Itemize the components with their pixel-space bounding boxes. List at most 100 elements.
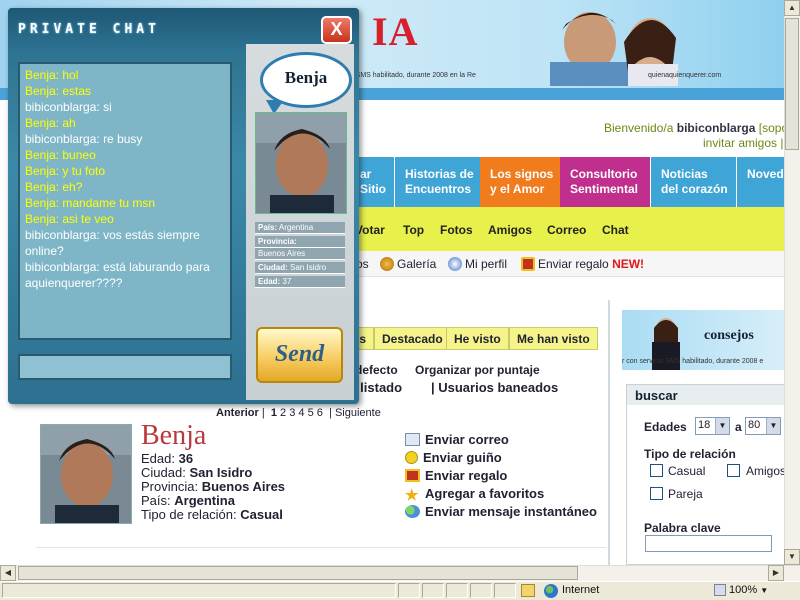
chat-partner-age-value: 37 xyxy=(282,277,292,286)
casual-label: Casual xyxy=(668,464,706,478)
tab-consultorio[interactable]: Consultorio Sentimental xyxy=(560,157,650,207)
welcome-text: Bienvenido/a bibiconblarga [soport xyxy=(604,121,784,135)
action-send-mail[interactable]: Enviar correo xyxy=(405,432,509,447)
keyword-input[interactable] xyxy=(645,535,772,552)
pager-page-3[interactable]: 3 xyxy=(289,407,295,419)
menu-chat[interactable]: Chat xyxy=(602,223,629,237)
profile-photo[interactable] xyxy=(40,424,132,524)
chat-message: bibiconblarga: vos estás siempre online? xyxy=(25,227,225,259)
scroll-right-arrow-icon[interactable]: ▶ xyxy=(768,565,784,581)
age-min-value: 18 xyxy=(698,419,711,431)
casual-checkbox[interactable] xyxy=(650,464,663,477)
tab-signos-label: Los signos y el Amor xyxy=(490,167,554,196)
chat-message-input[interactable] xyxy=(18,354,232,380)
pager-page-2[interactable]: 2 xyxy=(280,407,286,419)
menu-top[interactable]: Top xyxy=(403,223,424,237)
pager-page-4[interactable]: 4 xyxy=(298,407,304,419)
tab-noticias[interactable]: Noticias del corazón xyxy=(650,157,736,207)
chat-partner-age-label: Edad: xyxy=(258,277,281,286)
pareja-checkbox[interactable] xyxy=(650,487,663,500)
age-max-select[interactable]: 80 ▼ xyxy=(745,417,781,435)
message-author: bibiconblarga: xyxy=(25,100,100,114)
menu-correo[interactable]: Correo xyxy=(547,223,586,237)
zoom-icon[interactable] xyxy=(714,584,726,596)
welcome-prefix: Bienvenido/a xyxy=(604,121,674,135)
horizontal-scroll-thumb[interactable] xyxy=(18,566,578,580)
invite-friends-link[interactable]: invitar amigos | C xyxy=(703,136,784,150)
action-add-favorite[interactable]: ★ Agregar a favoritos xyxy=(405,486,544,503)
age-min-select[interactable]: 18 ▼ xyxy=(695,417,730,435)
chat-message: Benja: buneo xyxy=(25,147,225,163)
chat-partner-name: Benja xyxy=(284,68,328,87)
amigos-checkbox[interactable] xyxy=(727,464,740,477)
chat-partner-photo[interactable] xyxy=(255,112,347,214)
action-send-wink[interactable]: Enviar guiño xyxy=(405,450,502,465)
send-button[interactable]: Send xyxy=(256,327,343,383)
zoom-level[interactable]: 100% ▼ xyxy=(729,584,768,596)
view-tab-he-visto[interactable]: He visto xyxy=(446,327,509,350)
banned-users-link[interactable]: | Usuarios baneados xyxy=(431,380,558,395)
scroll-down-arrow-icon[interactable]: ▼ xyxy=(784,549,800,565)
scroll-up-arrow-icon[interactable]: ▲ xyxy=(784,0,800,16)
column-separator xyxy=(608,300,610,565)
pager-prev[interactable]: Anterior xyxy=(216,407,259,419)
message-author: Benja: xyxy=(25,68,60,82)
status-pane xyxy=(446,583,468,598)
pager-next[interactable]: Siguiente xyxy=(335,407,381,419)
status-pane xyxy=(470,583,492,598)
tab-consultorio-label: Consultorio Sentimental xyxy=(570,167,639,196)
submenu-galeria[interactable]: Galería xyxy=(380,257,436,271)
chat-partner-province: Provincia: xyxy=(255,236,345,248)
chat-partner-age: Edad: 37 xyxy=(255,276,345,288)
profile-divider xyxy=(36,547,606,548)
chat-message: Benja: eh? xyxy=(25,179,225,195)
view-tab-me-han-visto[interactable]: Me han visto xyxy=(509,327,598,350)
pager-page-5[interactable]: 5 xyxy=(308,407,314,419)
envelope-icon xyxy=(405,433,420,446)
gift-icon xyxy=(521,257,535,271)
info-icon xyxy=(448,257,462,271)
message-text: estas xyxy=(62,84,92,98)
profile-name[interactable]: Benja xyxy=(141,420,206,452)
profile-city: Ciudad: San Isidro xyxy=(141,465,252,480)
submenu-perfil[interactable]: Mi perfil xyxy=(448,257,507,271)
consejos-title[interactable]: consejos xyxy=(704,328,754,344)
submenu-regalo[interactable]: Enviar regalo NEW! xyxy=(521,257,644,271)
message-text: mandame tu msn xyxy=(62,196,156,210)
scroll-left-arrow-icon[interactable]: ◀ xyxy=(0,565,16,581)
profile-city-label: Ciudad: xyxy=(141,465,186,480)
sort-score-link[interactable]: Organizar por puntaje xyxy=(415,363,540,377)
globe-icon xyxy=(544,584,558,598)
vertical-scroll-thumb[interactable] xyxy=(785,18,799,150)
profile-country: País: Argentina xyxy=(141,493,235,508)
chat-message-log[interactable]: Benja: hol Benja: estas bibiconblarga: s… xyxy=(18,62,232,340)
welcome-username: bibiconblarga xyxy=(676,121,756,135)
view-tab-destacado[interactable]: Destacado xyxy=(374,327,451,350)
action-send-im[interactable]: Enviar mensaje instantáneo xyxy=(405,504,597,519)
chat-message: Benja: asi te veo xyxy=(25,211,225,227)
chat-message: Benja: mandame tu msn xyxy=(25,195,225,211)
close-button[interactable]: X xyxy=(321,16,352,44)
support-link[interactable]: [soport xyxy=(759,121,784,135)
site-logo[interactable]: IA xyxy=(372,8,418,55)
menu-votar[interactable]: Votar xyxy=(355,223,385,237)
chat-message: Benja: y tu foto xyxy=(25,163,225,179)
tab-signos[interactable]: Los signos y el Amor xyxy=(480,157,560,207)
tab-historias[interactable]: Historias de Encuentros xyxy=(394,157,480,207)
menu-fotos[interactable]: Fotos xyxy=(440,223,473,237)
chat-title: PRIVATE CHAT xyxy=(18,22,160,37)
message-author: bibiconblarga: xyxy=(25,260,100,274)
tab-novedades[interactable]: Noved xyxy=(736,157,784,207)
close-icon: X xyxy=(330,19,343,39)
action-send-gift[interactable]: Enviar regalo xyxy=(405,468,507,483)
message-text: ah xyxy=(62,116,76,130)
pager-page-6[interactable]: 6 xyxy=(317,407,323,419)
palette-icon xyxy=(380,257,394,271)
profile-age-value: 36 xyxy=(178,451,194,466)
message-author: bibiconblarga: xyxy=(25,132,100,146)
age-range-label: Edades xyxy=(644,420,687,434)
menu-amigos[interactable]: Amigos xyxy=(488,223,532,237)
chat-partner-country: País: Argentina xyxy=(255,222,345,234)
pager-page-1[interactable]: 1 xyxy=(271,407,277,419)
popup-blocked-icon[interactable] xyxy=(521,584,535,597)
